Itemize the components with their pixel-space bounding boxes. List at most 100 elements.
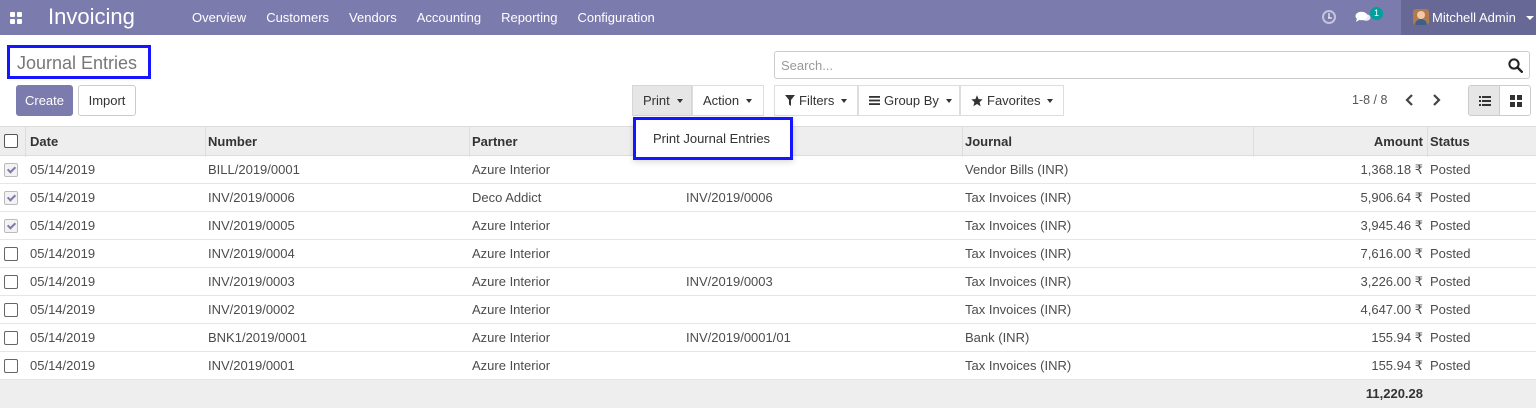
column-header-amount[interactable]: Amount [1374, 134, 1423, 149]
cell-date: 05/14/2019 [30, 218, 96, 233]
cell-journal: Vendor Bills (INR) [965, 162, 1069, 177]
row-checkbox[interactable] [4, 191, 18, 205]
cell-amount: 4,647.00 ₹ [1360, 302, 1424, 317]
cell-status: Posted [1430, 330, 1471, 345]
print-journal-entries-item[interactable]: Print Journal Entries [653, 131, 770, 146]
search-icon[interactable] [1508, 58, 1523, 73]
clock-activity-icon[interactable] [1322, 10, 1336, 24]
menu-item-overview[interactable]: Overview [182, 0, 256, 35]
cell-partner: Azure Interior [472, 274, 551, 289]
cell-status: Posted [1430, 302, 1471, 317]
table-row[interactable]: 05/14/2019 BILL/2019/0001 Azure Interior… [0, 156, 1536, 184]
journal-entries-table: Date Number Partner Journal Amount Statu… [0, 126, 1536, 408]
cell-status: Posted [1430, 246, 1471, 261]
cell-reference: INV/2019/0006 [686, 190, 773, 205]
cell-date: 05/14/2019 [30, 302, 96, 317]
total-amount: 11,220.28 [1365, 386, 1423, 401]
row-checkbox[interactable] [4, 219, 18, 233]
row-checkbox[interactable] [4, 303, 18, 317]
menu-item-vendors[interactable]: Vendors [339, 0, 407, 35]
chevron-down-icon [1526, 16, 1534, 20]
column-header-date[interactable]: Date [30, 134, 58, 149]
avatar [1413, 9, 1429, 25]
caret-down-icon [841, 98, 848, 103]
filter-icon [785, 95, 795, 107]
list-view-button[interactable] [1468, 85, 1500, 116]
app-title: Invoicing [48, 4, 135, 29]
caret-down-icon [1047, 98, 1054, 103]
user-menu[interactable]: Mitchell Admin [1401, 0, 1536, 35]
column-header-number[interactable]: Number [208, 134, 257, 149]
cell-partner: Azure Interior [472, 162, 551, 177]
column-header-journal[interactable]: Journal [965, 134, 1012, 149]
print-dropdown-button[interactable]: Print [632, 85, 692, 116]
group-by-button[interactable]: Group By [858, 85, 960, 116]
apps-menu-icon[interactable] [10, 12, 22, 24]
kanban-grid-icon [1510, 95, 1522, 107]
select-all-checkbox[interactable] [4, 134, 18, 148]
kanban-view-button[interactable] [1499, 85, 1531, 116]
action-dropdown-button[interactable]: Action [692, 85, 764, 116]
cell-journal: Tax Invoices (INR) [965, 190, 1072, 205]
caret-down-icon [945, 98, 952, 103]
search-bar [774, 51, 1530, 79]
column-header-status[interactable]: Status [1430, 134, 1470, 149]
cell-date: 05/14/2019 [30, 330, 96, 345]
cell-partner: Azure Interior [472, 302, 551, 317]
create-button[interactable]: Create [16, 85, 73, 116]
favorites-button[interactable]: Favorites [960, 85, 1064, 116]
cell-date: 05/14/2019 [30, 162, 96, 177]
table-row[interactable]: 05/14/2019 INV/2019/0001 Azure Interior … [0, 352, 1536, 380]
cell-number: INV/2019/0003 [208, 274, 295, 289]
filters-label: Filters [799, 93, 835, 108]
table-row[interactable]: 05/14/2019 INV/2019/0006 Deco Addict INV… [0, 184, 1536, 212]
table-row[interactable]: 05/14/2019 INV/2019/0003 Azure Interior … [0, 268, 1536, 296]
cell-amount: 155.94 ₹ [1371, 330, 1423, 345]
cell-date: 05/14/2019 [30, 190, 96, 205]
table-row[interactable]: 05/14/2019 INV/2019/0002 Azure Interior … [0, 296, 1536, 324]
cell-journal: Tax Invoices (INR) [965, 246, 1072, 261]
caret-down-icon [676, 98, 683, 103]
user-name: Mitchell Admin [1432, 10, 1516, 25]
table-row[interactable]: 05/14/2019 BNK1/2019/0001 Azure Interior… [0, 324, 1536, 352]
menu-item-configuration[interactable]: Configuration [567, 0, 664, 35]
menu-item-accounting[interactable]: Accounting [407, 0, 491, 35]
row-checkbox[interactable] [4, 331, 18, 345]
pager-value[interactable]: 1-8 / 8 [1352, 93, 1387, 107]
cell-partner: Azure Interior [472, 330, 551, 345]
cell-amount: 3,226.00 ₹ [1360, 274, 1424, 289]
row-checkbox[interactable] [4, 275, 18, 289]
cell-number: BNK1/2019/0001 [208, 330, 308, 345]
cell-amount: 1,368.18 ₹ [1360, 162, 1424, 177]
menu-item-customers[interactable]: Customers [256, 0, 339, 35]
chevron-left-icon[interactable] [1403, 93, 1417, 107]
print-dropdown-menu: Print Journal Entries [633, 117, 793, 160]
cell-amount: 3,945.46 ₹ [1360, 218, 1424, 233]
chat-icon[interactable] [1355, 11, 1371, 23]
action-label: Action [703, 93, 740, 108]
cell-journal: Tax Invoices (INR) [965, 218, 1072, 233]
cell-number: INV/2019/0001 [208, 358, 295, 373]
page-title: Journal Entries [7, 45, 151, 79]
table-row[interactable]: 05/14/2019 INV/2019/0004 Azure Interior … [0, 240, 1536, 268]
cell-amount: 155.94 ₹ [1371, 358, 1423, 373]
column-separator [469, 127, 470, 157]
cell-journal: Tax Invoices (INR) [965, 302, 1072, 317]
cell-date: 05/14/2019 [30, 358, 96, 373]
top-navbar: Invoicing Overview Customers Vendors Acc… [0, 0, 1536, 35]
cell-status: Posted [1430, 358, 1471, 373]
row-checkbox[interactable] [4, 163, 18, 177]
column-header-partner[interactable]: Partner [472, 134, 518, 149]
menu-item-reporting[interactable]: Reporting [491, 0, 567, 35]
cell-date: 05/14/2019 [30, 246, 96, 261]
row-checkbox[interactable] [4, 359, 18, 373]
chevron-right-icon[interactable] [1429, 93, 1443, 107]
table-row[interactable]: 05/14/2019 INV/2019/0005 Azure Interior … [0, 212, 1536, 240]
filters-button[interactable]: Filters [774, 85, 858, 116]
cell-date: 05/14/2019 [30, 274, 96, 289]
row-checkbox[interactable] [4, 247, 18, 261]
caret-down-icon [746, 98, 753, 103]
search-input[interactable] [775, 52, 1495, 78]
cell-journal: Tax Invoices (INR) [965, 358, 1072, 373]
import-button[interactable]: Import [78, 85, 136, 116]
